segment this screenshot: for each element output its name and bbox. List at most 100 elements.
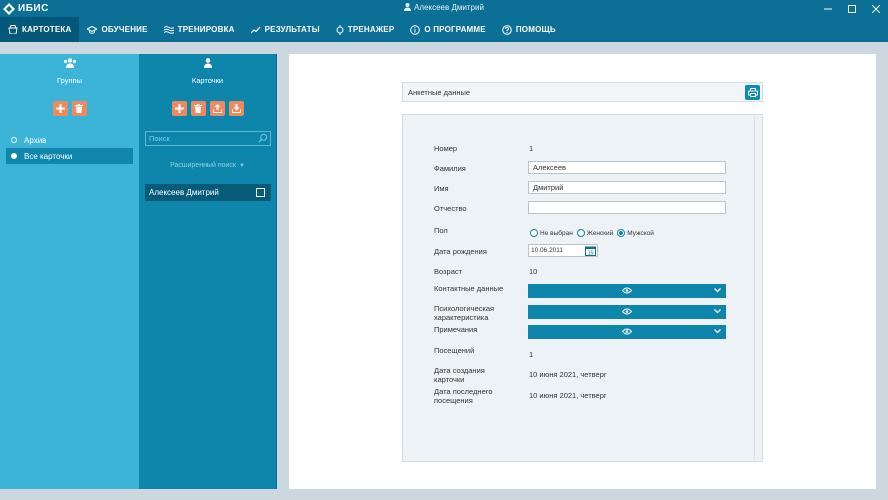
eye-icon	[622, 328, 632, 335]
menu-item-learning[interactable]: ОБУЧЕНИЕ	[79, 17, 155, 42]
menu-item-trainer[interactable]: ТРЕНАЖЕР	[328, 17, 403, 42]
trend-chart-icon	[250, 26, 261, 33]
eye-icon	[622, 308, 632, 315]
calendar-icon[interactable]: 15	[585, 246, 596, 256]
cards-panel: Карточки Расширенный поиск▼ Алексеев Дми…	[139, 54, 277, 489]
minimize-button[interactable]	[816, 0, 840, 17]
import-card-button[interactable]	[228, 101, 244, 116]
chevron-down-icon	[714, 329, 721, 334]
add-group-button[interactable]	[52, 101, 68, 116]
groups-title: Группы	[57, 76, 82, 85]
add-card-button[interactable]	[171, 101, 187, 116]
age-value: 10	[529, 267, 538, 276]
number-label: Номер	[434, 144, 458, 153]
group-radio-icon	[11, 137, 17, 143]
menu-label: ОБУЧЕНИЕ	[101, 25, 148, 34]
title-bar: ИБИС Алексеев Дмитрий	[0, 0, 888, 17]
export-card-button[interactable]	[209, 101, 225, 116]
name-label: Имя	[434, 184, 449, 193]
gender-option-male[interactable]: Мужской	[617, 229, 654, 237]
chevron-down-icon	[714, 288, 721, 293]
download-icon	[231, 104, 241, 113]
maximize-icon	[848, 4, 856, 13]
visits-value: 1	[529, 350, 534, 359]
upload-icon	[212, 104, 222, 113]
delete-card-button[interactable]	[190, 101, 206, 116]
groups-panel: Группы Архив Все карточки	[0, 54, 139, 489]
menu-label: ПОМОЩЬ	[515, 25, 556, 34]
menu-item-results[interactable]: РЕЗУЛЬТАТЫ	[243, 17, 328, 42]
age-label: Возраст	[434, 267, 463, 276]
menu-label: РЕЗУЛЬТАТЫ	[264, 25, 320, 34]
card-details-panel: Анкетные данные Номер 1 Фамилия Алексеев…	[289, 54, 876, 489]
current-user: Алексеев Дмитрий	[0, 3, 888, 13]
birthdate-field[interactable]: 10.06.2011 15	[528, 244, 598, 257]
contacts-label: Контактные данные	[434, 284, 504, 293]
group-label: Архив	[24, 135, 47, 145]
groups-actions	[0, 101, 139, 116]
radio-icon	[576, 229, 585, 237]
maximize-button[interactable]	[840, 0, 864, 17]
surname-label: Фамилия	[434, 164, 466, 173]
search-box	[145, 131, 271, 146]
birthdate-label: Дата рождения	[434, 247, 487, 256]
user-icon	[404, 3, 412, 11]
card-checkbox[interactable]	[256, 188, 265, 197]
plus-icon	[55, 104, 65, 113]
group-item-all-cards[interactable]: Все карточки	[6, 148, 133, 164]
advanced-search-label: Расширенный поиск	[170, 162, 236, 169]
notes-label: Примечания	[434, 325, 478, 334]
gender-label: Пол	[434, 226, 448, 235]
notes-dropdown[interactable]	[528, 325, 726, 339]
gender-option-none[interactable]: Не выбран	[530, 229, 573, 237]
gender-selector: Не выбран Женский Мужской	[530, 229, 654, 237]
menu-item-about[interactable]: О ПРОГРАММЕ	[402, 17, 493, 42]
gender-option-label: Не выбран	[540, 229, 573, 237]
created-value: 10 июня 2021, четверг	[529, 370, 607, 379]
group-label: Все карточки	[24, 151, 73, 161]
group-people-icon	[63, 58, 76, 68]
minimize-icon	[824, 8, 832, 9]
eye-icon	[622, 287, 632, 294]
cabinet-icon	[8, 25, 18, 34]
gender-option-female[interactable]: Женский	[576, 229, 613, 237]
printer-icon	[747, 88, 758, 97]
patronymic-field[interactable]	[528, 201, 726, 214]
menu-label: КАРТОТЕКА	[22, 25, 72, 34]
contacts-dropdown[interactable]	[528, 284, 726, 298]
created-label: Дата создания карточки	[434, 366, 485, 384]
close-button[interactable]	[864, 0, 888, 17]
window-controls	[816, 0, 888, 17]
card-list-item[interactable]: Алексеев Дмитрий	[145, 184, 271, 201]
close-icon	[872, 4, 880, 13]
trash-icon	[194, 104, 202, 113]
birthdate-value: 10.06.2011	[531, 247, 564, 254]
profile-form: Номер 1 Фамилия Алексеев Имя Дмитрий Отч…	[402, 114, 763, 462]
trainer-icon	[336, 24, 344, 35]
plus-icon	[174, 104, 184, 113]
cards-actions	[139, 101, 276, 116]
group-radio-icon	[11, 153, 17, 159]
search-input[interactable]	[146, 132, 254, 145]
menu-item-help[interactable]: ПОМОЩЬ	[494, 17, 564, 42]
advanced-search-toggle[interactable]: Расширенный поиск ▼	[139, 162, 276, 169]
search-icon	[258, 133, 268, 143]
print-button[interactable]	[745, 85, 760, 100]
form-header-title: Анкетные данные	[408, 88, 471, 97]
menu-label: ТРЕНИРОВКА	[177, 25, 235, 34]
menu-item-training[interactable]: ТРЕНИРОВКА	[156, 17, 243, 42]
scrollbar-track[interactable]	[754, 117, 755, 459]
group-item-archive[interactable]: Архив	[6, 132, 133, 148]
menu-item-cardfile[interactable]: КАРТОТЕКА	[0, 17, 80, 42]
surname-field[interactable]: Алексеев	[528, 161, 726, 174]
number-value: 1	[529, 144, 534, 153]
name-field[interactable]: Дмитрий	[528, 181, 726, 194]
radio-icon	[530, 229, 538, 237]
waves-icon	[163, 25, 174, 34]
psych-dropdown[interactable]	[528, 305, 726, 319]
visits-label: Посещений	[434, 346, 475, 355]
help-icon	[502, 24, 512, 35]
gender-option-label: Мужской	[627, 229, 654, 237]
patronymic-label: Отчество	[434, 204, 467, 213]
delete-group-button[interactable]	[71, 101, 87, 116]
